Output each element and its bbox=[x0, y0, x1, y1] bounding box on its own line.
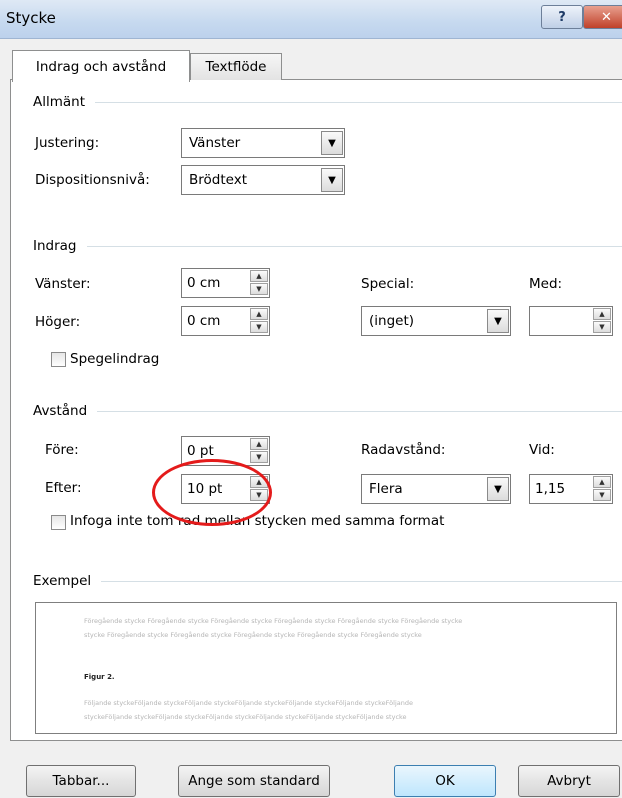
indent-right-label: Höger: bbox=[35, 314, 81, 330]
special-label: Special: bbox=[361, 276, 415, 292]
close-button[interactable]: ✕ bbox=[583, 5, 622, 29]
indent-right-spinner[interactable]: 0 cm ▲ ▼ bbox=[181, 306, 270, 336]
alignment-value: Vänster bbox=[189, 135, 241, 151]
tab-indent-spacing[interactable]: Indrag och avstånd bbox=[12, 50, 190, 82]
special-value: (inget) bbox=[369, 313, 415, 329]
special-select[interactable]: (inget) ▼ bbox=[361, 306, 511, 336]
preview-previous-line: stycke Föregående stycke Föregående styc… bbox=[84, 631, 422, 639]
indent-left-value: 0 cm bbox=[187, 275, 221, 291]
spin-up-icon[interactable]: ▲ bbox=[593, 308, 611, 320]
by-spinner[interactable]: ▲ ▼ bbox=[529, 306, 613, 336]
at-label: Vid: bbox=[529, 442, 555, 458]
spin-down-icon[interactable]: ▼ bbox=[250, 283, 268, 295]
preview-next-line: Följande styckeFöljande styckeFöljande s… bbox=[84, 699, 413, 707]
line-spacing-select[interactable]: Flera ▼ bbox=[361, 474, 511, 504]
alignment-label: Justering: bbox=[35, 135, 100, 151]
spin-down-icon[interactable]: ▼ bbox=[250, 451, 268, 463]
dont-add-space-checkbox[interactable] bbox=[51, 515, 66, 530]
by-label: Med: bbox=[529, 276, 563, 292]
spin-up-icon[interactable]: ▲ bbox=[593, 476, 611, 488]
help-button[interactable]: ? bbox=[541, 5, 583, 29]
chevron-down-icon[interactable]: ▼ bbox=[321, 168, 343, 192]
ok-button[interactable]: OK bbox=[394, 765, 496, 797]
window-title: Stycke bbox=[6, 9, 56, 27]
outline-level-select[interactable]: Brödtext ▼ bbox=[181, 165, 345, 195]
group-spacing: Avstånd bbox=[33, 403, 622, 419]
chevron-down-icon[interactable]: ▼ bbox=[487, 309, 509, 333]
title-bar bbox=[0, 0, 622, 39]
alignment-select[interactable]: Vänster ▼ bbox=[181, 128, 345, 158]
indent-left-label: Vänster: bbox=[35, 276, 91, 292]
group-general: Allmänt bbox=[33, 94, 622, 110]
preview-previous-line: Föregående stycke Föregående stycke Före… bbox=[84, 617, 463, 625]
group-indent: Indrag bbox=[33, 238, 622, 254]
mirror-indent-label: Spegelindrag bbox=[70, 351, 160, 367]
tab-text-flow[interactable]: Textflöde bbox=[190, 53, 282, 80]
dont-add-space-label: Infoga inte tom rad mellan stycken med s… bbox=[70, 513, 445, 529]
spin-up-icon[interactable]: ▲ bbox=[250, 308, 268, 320]
highlight-circle bbox=[152, 459, 272, 526]
group-preview-heading: Exempel bbox=[33, 573, 92, 589]
at-spinner[interactable]: 1,15 ▲ ▼ bbox=[529, 474, 613, 504]
spin-up-icon[interactable]: ▲ bbox=[250, 270, 268, 282]
line-spacing-label: Radavstånd: bbox=[361, 442, 446, 458]
spin-down-icon[interactable]: ▼ bbox=[593, 489, 611, 501]
preview-next-line: styckeFöljande styckeFöljande styckeFölj… bbox=[84, 713, 407, 721]
spacing-after-label: Efter: bbox=[45, 480, 82, 496]
group-general-heading: Allmänt bbox=[33, 94, 86, 110]
group-preview: Exempel bbox=[33, 573, 622, 589]
spin-down-icon[interactable]: ▼ bbox=[250, 321, 268, 333]
preview-box: Föregående stycke Föregående stycke Före… bbox=[35, 602, 617, 734]
mirror-indent-checkbox[interactable] bbox=[51, 352, 66, 367]
cancel-button[interactable]: Avbryt bbox=[518, 765, 620, 797]
spacing-before-label: Före: bbox=[45, 442, 79, 458]
spin-up-icon[interactable]: ▲ bbox=[250, 438, 268, 450]
chevron-down-icon[interactable]: ▼ bbox=[487, 477, 509, 501]
group-indent-heading: Indrag bbox=[33, 238, 77, 254]
preview-current-paragraph: Figur 2. bbox=[84, 673, 115, 681]
indent-left-spinner[interactable]: 0 cm ▲ ▼ bbox=[181, 268, 270, 298]
at-value: 1,15 bbox=[535, 481, 566, 497]
spin-down-icon[interactable]: ▼ bbox=[593, 321, 611, 333]
indent-right-value: 0 cm bbox=[187, 313, 221, 329]
line-spacing-value: Flera bbox=[369, 481, 403, 497]
group-spacing-heading: Avstånd bbox=[33, 403, 88, 419]
tabs-button[interactable]: Tabbar... bbox=[26, 765, 136, 797]
outline-level-label: Dispositionsnivå: bbox=[35, 172, 150, 188]
spacing-before-value: 0 pt bbox=[187, 443, 214, 459]
outline-level-value: Brödtext bbox=[189, 172, 247, 188]
chevron-down-icon[interactable]: ▼ bbox=[321, 131, 343, 155]
set-as-default-button[interactable]: Ange som standard bbox=[178, 765, 330, 797]
